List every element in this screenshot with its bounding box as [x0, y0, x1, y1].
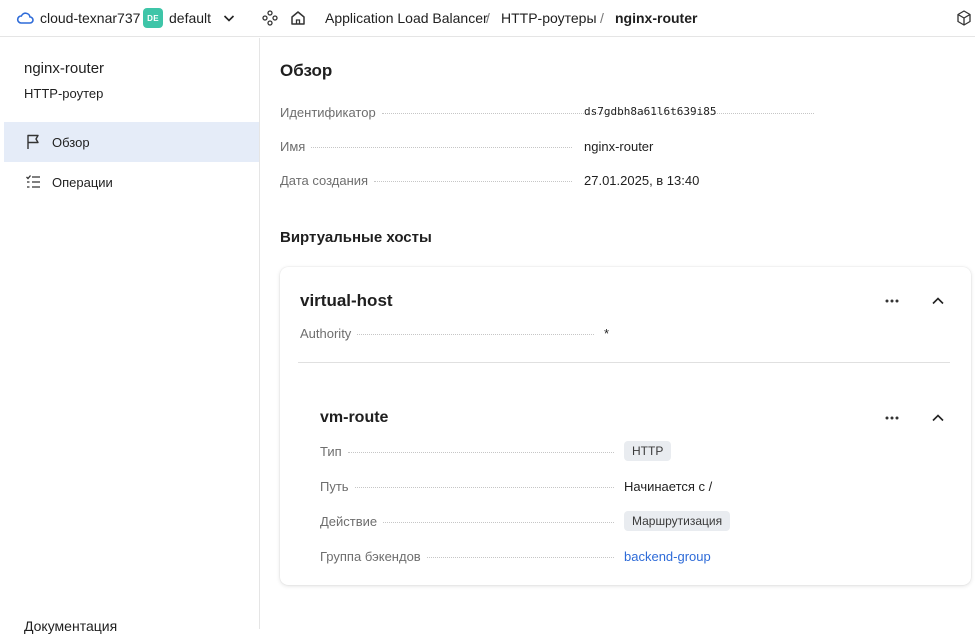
breadcrumb-alb[interactable]: Application Load Balancer: [325, 10, 488, 26]
route-field-action: Действие: [320, 514, 620, 529]
field-value: ds7gdbh8a61l6t639i85: [584, 105, 717, 118]
field-label: Действие: [320, 514, 378, 529]
field-value: *: [604, 326, 610, 341]
type-badge: HTTP: [624, 441, 672, 461]
chevron-up-icon[interactable]: [929, 292, 947, 310]
backend-group-link[interactable]: backend-group: [624, 549, 711, 564]
checklist-icon: [26, 175, 40, 188]
section-title: Виртуальные хосты: [280, 229, 432, 246]
field-id: Идентификатор ds7gdbh8a61l6t639i85: [280, 105, 820, 120]
cube-icon[interactable]: [955, 9, 973, 27]
more-icon[interactable]: [882, 408, 902, 428]
sidebar-item-operations[interactable]: Операции: [4, 162, 259, 202]
field-value: 27.01.2025, в 13:40: [584, 173, 700, 188]
main-content: Обзор Идентификатор ds7gdbh8a61l6t639i85…: [261, 38, 975, 629]
breadcrumb-separator: /: [600, 10, 604, 26]
sidebar: nginx-router HTTP-роутер Обзор Операции …: [4, 38, 260, 634]
sidebar-item-overview[interactable]: Обзор: [4, 122, 259, 162]
sidebar-item-label: Операции: [52, 174, 113, 190]
route-field-type: Тип: [320, 444, 620, 459]
documentation-link[interactable]: Документация: [24, 618, 117, 634]
field-created: Дата создания: [280, 173, 578, 188]
flag-icon: [27, 134, 39, 149]
route-field-path: Путь: [320, 479, 620, 494]
route-field-backend-group: Группа бэкендов: [320, 549, 620, 564]
field-label: Тип: [320, 444, 342, 459]
field-label: Группа бэкендов: [320, 549, 421, 564]
breadcrumb-current: nginx-router: [615, 10, 698, 26]
field-authority: Authority: [300, 326, 600, 341]
dotted-leader: [357, 334, 594, 335]
cloud-icon[interactable]: [16, 9, 34, 27]
field-label: Идентификатор: [280, 105, 376, 120]
cloud-selector[interactable]: cloud-texnar737: [40, 10, 140, 26]
home-icon[interactable]: [289, 9, 307, 27]
dotted-leader: [383, 522, 614, 523]
more-icon[interactable]: [882, 291, 902, 311]
route-name: vm-route: [320, 409, 389, 426]
dotted-leader: [426, 557, 614, 558]
virtual-host-name: virtual-host: [300, 291, 393, 310]
folder-badge: DE: [143, 8, 163, 28]
resource-title: nginx-router: [24, 60, 105, 77]
breadcrumb-http-routers[interactable]: HTTP-роутеры: [501, 10, 597, 26]
dotted-leader: [311, 147, 572, 148]
field-label: Дата создания: [280, 173, 369, 188]
dotted-leader: [374, 181, 572, 182]
resource-type: HTTP-роутер: [24, 86, 104, 101]
chevron-down-icon[interactable]: [221, 10, 237, 26]
folder-selector[interactable]: default: [169, 10, 211, 26]
services-icon[interactable]: [261, 9, 279, 27]
breadcrumb-separator: /: [486, 10, 490, 26]
virtual-host-card: virtual-host Authority * vm-route Тип HT…: [280, 267, 971, 585]
field-name: Имя: [280, 139, 578, 154]
action-badge: Маршрутизация: [624, 511, 731, 531]
dotted-leader: [354, 487, 614, 488]
field-value: nginx-router: [584, 139, 654, 154]
field-label: Путь: [320, 479, 349, 494]
chevron-up-icon[interactable]: [929, 409, 947, 427]
page-title: Обзор: [280, 61, 333, 80]
sidebar-item-label: Обзор: [52, 134, 90, 150]
top-bar: cloud-texnar737 DE default Application L…: [0, 0, 975, 37]
dotted-leader: [347, 452, 614, 453]
field-label: Authority: [300, 326, 352, 341]
divider: [298, 362, 950, 363]
field-label: Имя: [280, 139, 306, 154]
field-value: Начинается с /: [624, 479, 713, 494]
